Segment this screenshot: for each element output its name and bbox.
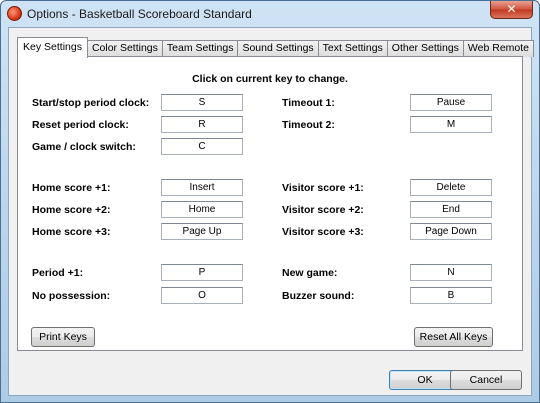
tab-team-settings[interactable]: Team Settings	[161, 40, 239, 57]
game-clock-switch-key-field[interactable]: C	[161, 138, 243, 155]
home-score-1-key-field[interactable]: Insert	[161, 179, 243, 196]
timeout-2-key-field[interactable]: M	[410, 116, 492, 133]
home-score-2-key-field[interactable]: Home	[161, 201, 243, 218]
title-bar[interactable]: Options - Basketball Scoreboard Standard…	[1, 1, 539, 27]
no-possession-key-field[interactable]: O	[161, 287, 243, 304]
home-score-3-label: Home score +3:	[32, 226, 111, 238]
period-plus-1-label: Period +1:	[32, 267, 84, 279]
tab-text-settings[interactable]: Text Settings	[317, 40, 388, 57]
visitor-score-2-key-field[interactable]: End	[410, 201, 492, 218]
options-window: Options - Basketball Scoreboard Standard…	[0, 0, 540, 403]
home-score-2-label: Home score +2:	[32, 204, 111, 216]
visitor-score-1-key-field[interactable]: Delete	[410, 179, 492, 196]
tab-web-remote[interactable]: Web Remote	[462, 40, 535, 57]
basketball-icon	[7, 6, 22, 21]
timeout-1-key-field[interactable]: Pause	[410, 94, 492, 111]
instruction-text: Click on current key to change.	[192, 73, 348, 85]
visitor-score-1-label: Visitor score +1:	[282, 182, 364, 194]
tab-sound-settings[interactable]: Sound Settings	[237, 40, 319, 57]
reset-clock-key-field[interactable]: R	[161, 116, 243, 133]
print-keys-button[interactable]: Print Keys	[31, 327, 95, 347]
tab-key-settings[interactable]: Key Settings	[17, 37, 88, 58]
buzzer-sound-label: Buzzer sound:	[282, 290, 355, 302]
game-clock-switch-label: Game / clock switch:	[32, 141, 136, 153]
dialog-client-area: Key Settings Color Settings Team Setting…	[8, 27, 535, 396]
new-game-key-field[interactable]: N	[410, 264, 492, 281]
cancel-button[interactable]: Cancel	[450, 370, 522, 390]
no-possession-label: No possession:	[32, 290, 111, 302]
start-stop-label: Start/stop period clock:	[32, 97, 150, 109]
key-settings-panel: Click on current key to change. Start/st…	[17, 56, 523, 351]
visitor-score-3-label: Visitor score +3:	[282, 226, 364, 238]
buzzer-sound-key-field[interactable]: B	[410, 287, 492, 304]
timeout-2-label: Timeout 2:	[282, 119, 335, 131]
close-button[interactable]: ✕	[490, 1, 533, 19]
tab-color-settings[interactable]: Color Settings	[86, 40, 163, 57]
timeout-1-label: Timeout 1:	[282, 97, 335, 109]
reset-clock-label: Reset period clock:	[32, 119, 129, 131]
home-score-1-label: Home score +1:	[32, 182, 111, 194]
visitor-score-2-label: Visitor score +2:	[282, 204, 364, 216]
home-score-3-key-field[interactable]: Page Up	[161, 223, 243, 240]
visitor-score-3-key-field[interactable]: Page Down	[410, 223, 492, 240]
tab-strip: Key Settings Color Settings Team Setting…	[17, 37, 535, 58]
start-stop-key-field[interactable]: S	[161, 94, 243, 111]
window-title: Options - Basketball Scoreboard Standard	[27, 7, 252, 21]
period-plus-1-key-field[interactable]: P	[161, 264, 243, 281]
reset-all-keys-button[interactable]: Reset All Keys	[414, 327, 493, 347]
new-game-label: New game:	[282, 267, 338, 279]
tab-other-settings[interactable]: Other Settings	[386, 40, 464, 57]
